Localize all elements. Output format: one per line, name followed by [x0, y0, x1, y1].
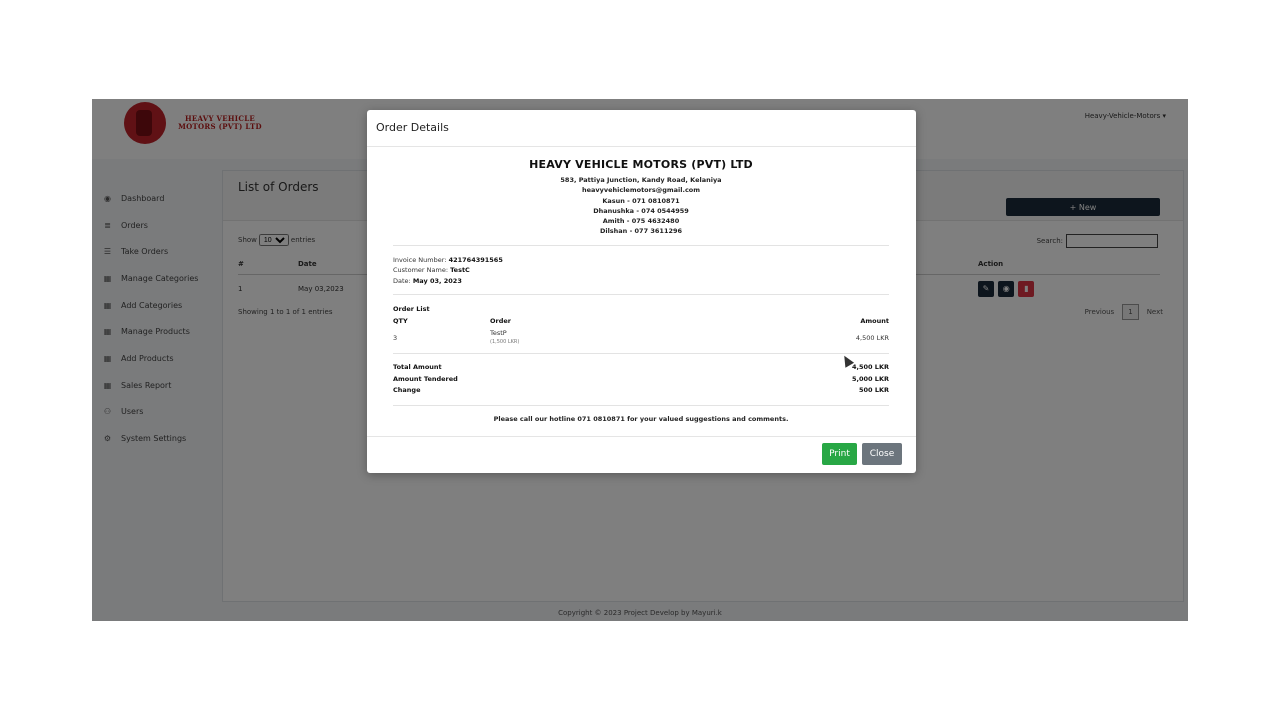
- print-button[interactable]: Print: [822, 443, 857, 465]
- invoice-number-line: Invoice Number: 421764391565: [393, 255, 889, 266]
- divider: [393, 244, 889, 246]
- item-qty: 3: [393, 334, 398, 343]
- change-row: Change 500 LKR: [393, 385, 889, 397]
- qty-header: QTY: [393, 317, 408, 326]
- totals: Total Amount 4,500 LKR Amount Tendered 5…: [393, 362, 889, 397]
- total-amount-row: Total Amount 4,500 LKR: [393, 362, 889, 374]
- item-unit-price: (1,500 LKR): [490, 339, 520, 346]
- divider: [393, 294, 889, 296]
- change-label: Change: [393, 386, 421, 395]
- invoice-number-value: 421764391565: [448, 255, 503, 264]
- divider: [393, 353, 889, 355]
- date-value: May 03, 2023: [412, 276, 462, 285]
- total-label: Total Amount: [393, 363, 442, 372]
- order-details-modal: Order Details HEAVY VEHICLE MOTORS (PVT)…: [367, 110, 916, 473]
- date-line: Date: May 03, 2023: [393, 276, 889, 287]
- contact-line: Amith - 075 4632480: [602, 217, 680, 226]
- item-name: TestP: [490, 329, 507, 338]
- order-header: Order: [490, 317, 511, 326]
- customer-name-value: TestC: [450, 266, 470, 275]
- modal-body: HEAVY VEHICLE MOTORS (PVT) LTD 583, Patt…: [393, 158, 889, 423]
- amount-tendered-row: Amount Tendered 5,000 LKR: [393, 374, 889, 386]
- close-button[interactable]: Close: [862, 443, 902, 465]
- company-name: HEAVY VEHICLE MOTORS (PVT) LTD: [529, 158, 753, 171]
- contact-line: Kasun - 071 0810871: [602, 196, 680, 205]
- modal-title: Order Details: [376, 121, 449, 134]
- customer-name-line: Customer Name: TestC: [393, 265, 889, 276]
- customer-name-label: Customer Name:: [393, 266, 449, 275]
- hotline-message: Please call our hotline 071 0810871 for …: [493, 414, 789, 423]
- invoice-meta: Invoice Number: 421764391565 Customer Na…: [393, 255, 889, 287]
- company-block: HEAVY VEHICLE MOTORS (PVT) LTD 583, Patt…: [393, 158, 889, 237]
- company-email: heavyvehiclemotors@gmail.com: [581, 186, 701, 195]
- change-value: 500 LKR: [858, 386, 889, 395]
- order-list-header: QTY Order Amount: [393, 317, 889, 325]
- contact-line: Dhanushka - 074 0544959: [593, 206, 689, 215]
- invoice-number-label: Invoice Number:: [393, 255, 447, 264]
- amount-header: Amount: [860, 317, 889, 326]
- contact-line: Dilshan - 077 3611296: [599, 227, 683, 236]
- date-label: Date:: [393, 276, 411, 285]
- tendered-value: 5,000 LKR: [851, 374, 889, 383]
- item-order: TestP (1,500 LKR): [490, 329, 809, 345]
- order-list-title: Order List: [393, 305, 430, 314]
- company-address: 583, Pattiya Junction, Kandy Road, Kelan…: [560, 176, 722, 184]
- tendered-label: Amount Tendered: [393, 374, 458, 383]
- item-amount: 4,500 LKR: [855, 334, 889, 343]
- list-item: 3 TestP (1,500 LKR) 4,500 LKR: [393, 329, 889, 345]
- modal-footer: Print Close: [367, 436, 916, 473]
- order-list: Order List QTY Order Amount 3 TestP (1,5…: [393, 305, 889, 345]
- divider: [393, 404, 889, 406]
- modal-header: Order Details: [367, 110, 916, 147]
